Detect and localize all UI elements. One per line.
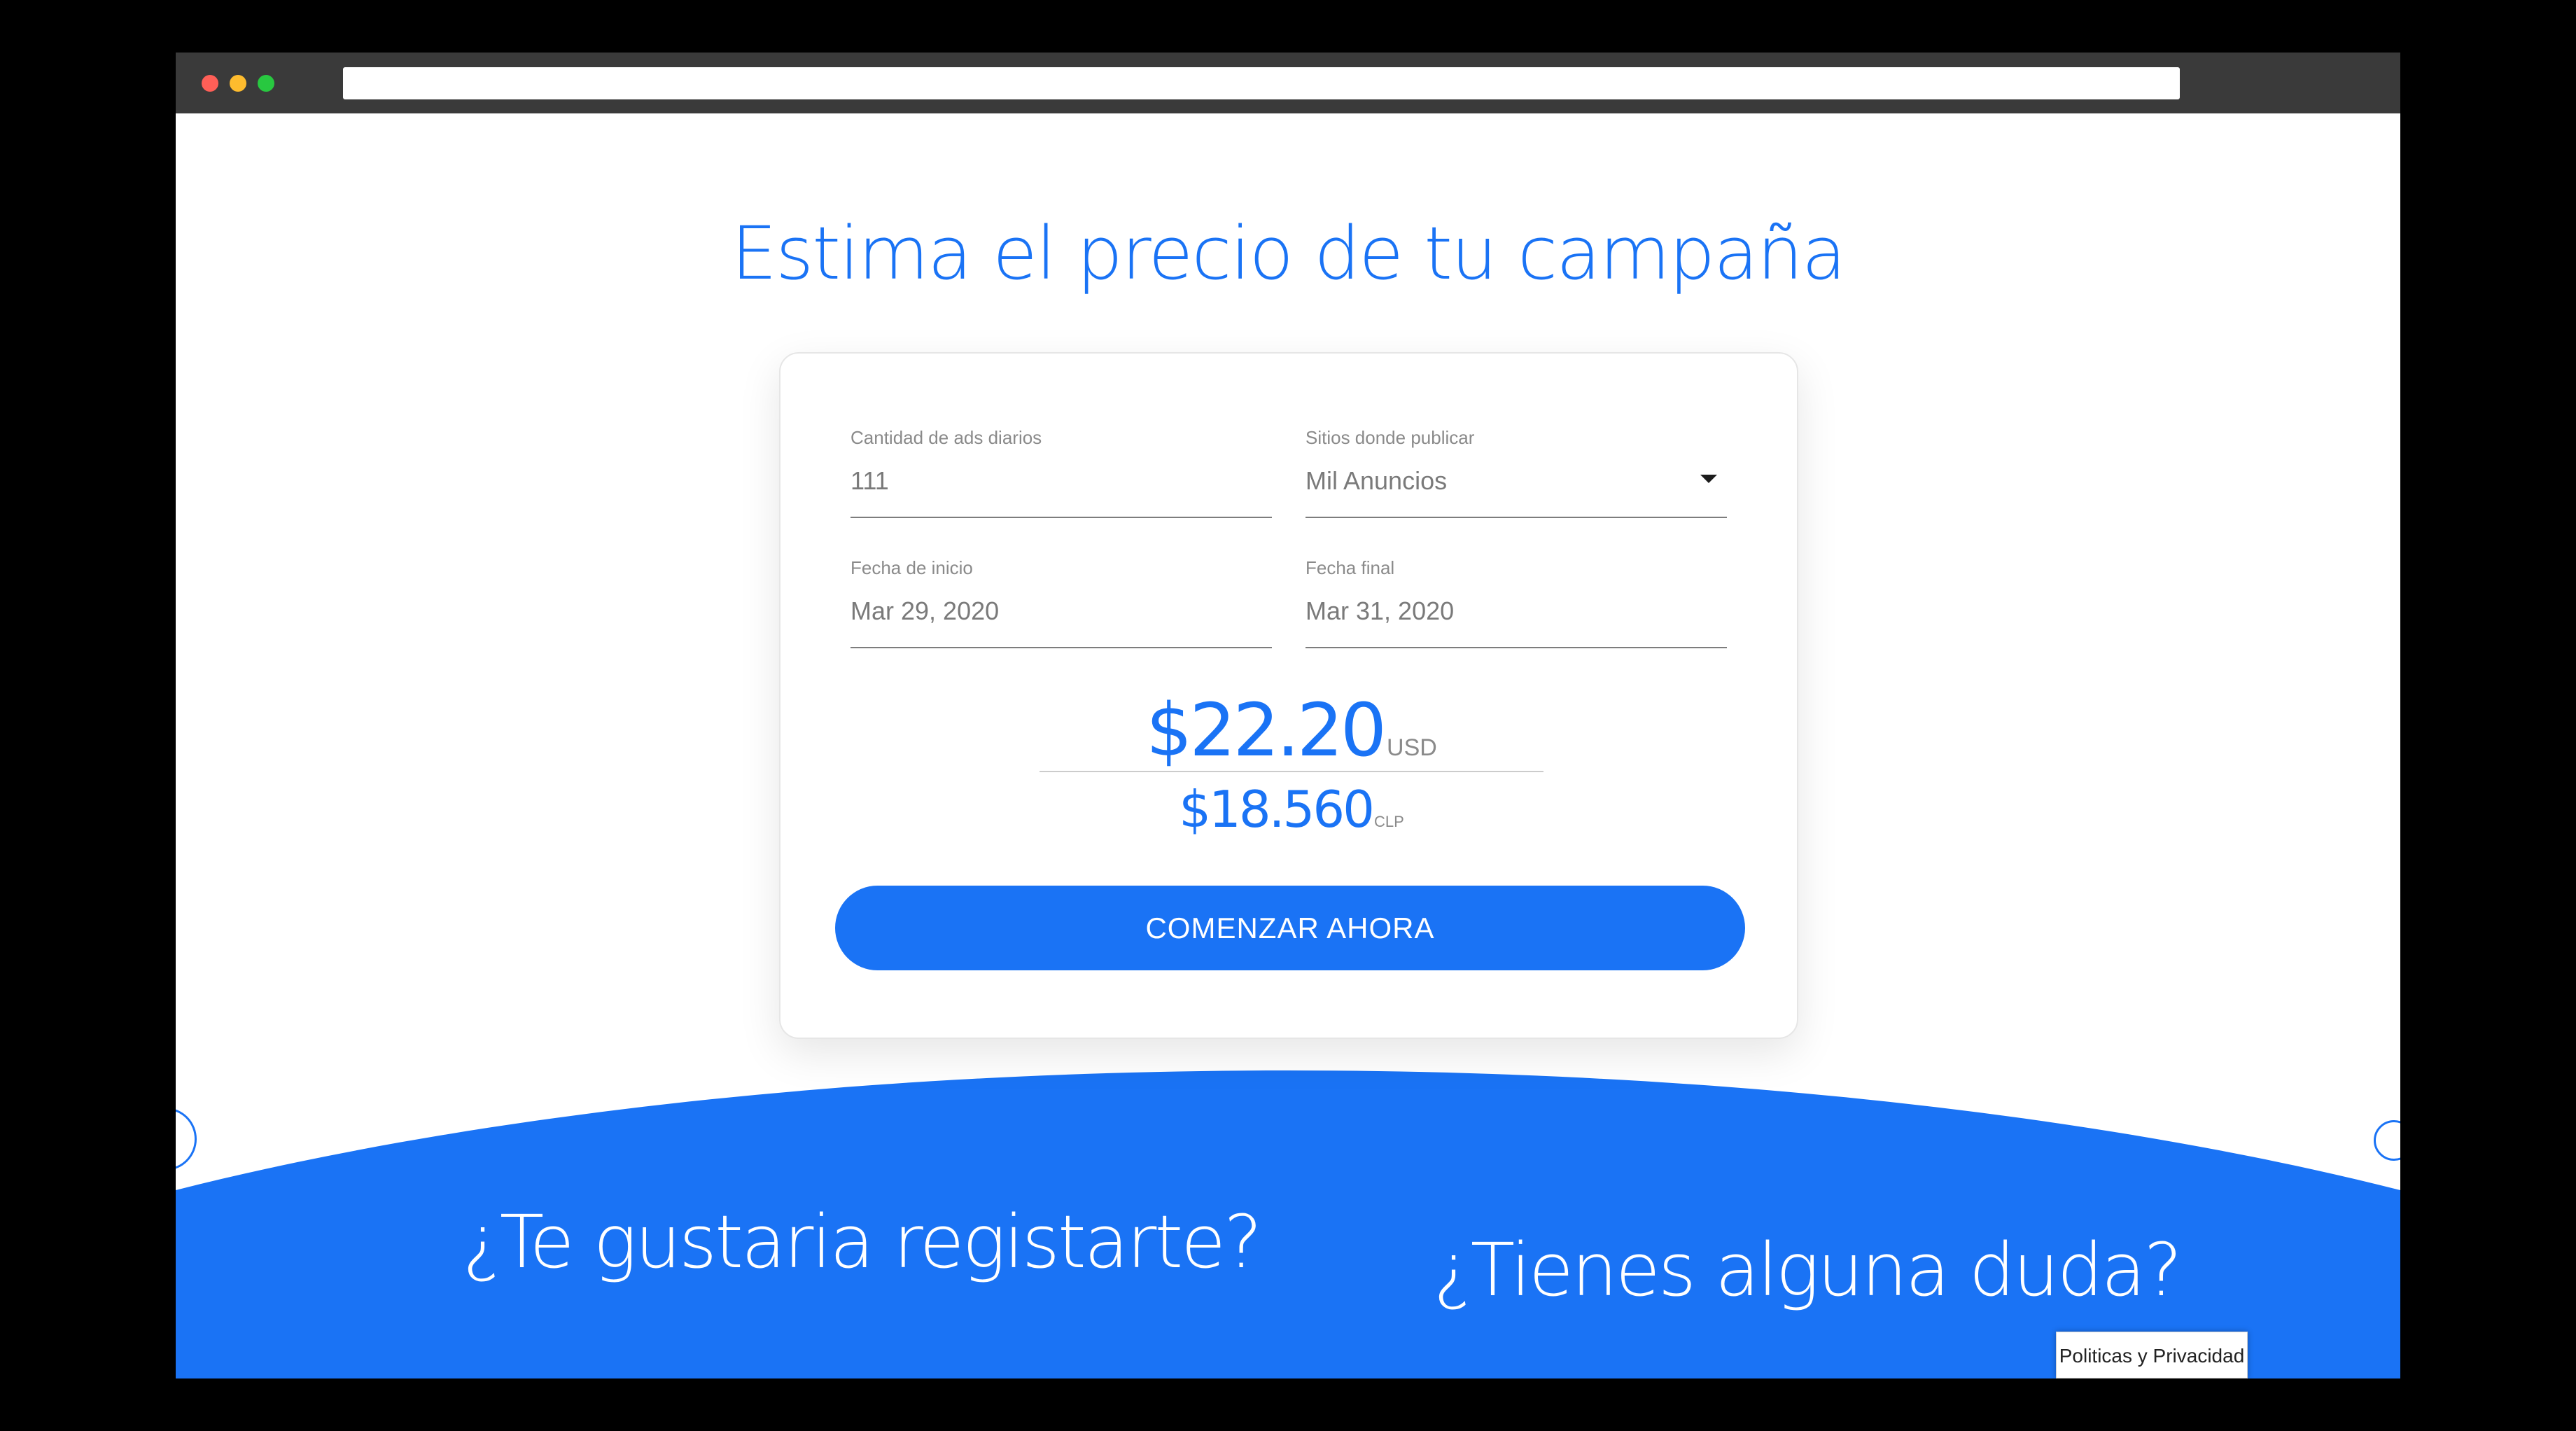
estimator-card: Cantidad de ads diarios 111 Sitios donde… [779, 352, 1798, 1039]
close-window-button[interactable] [202, 75, 218, 92]
end-date-input[interactable]: Mar 31, 2020 [1306, 596, 1454, 626]
minimize-window-button[interactable] [230, 75, 246, 92]
start-date-input[interactable]: Mar 29, 2020 [850, 596, 999, 626]
daily-ads-field[interactable]: Cantidad de ads diarios 111 [850, 427, 1272, 518]
start-date-field[interactable]: Fecha de inicio Mar 29, 2020 [850, 557, 1272, 648]
clp-currency-label: CLP [1373, 813, 1404, 830]
sites-label: Sitios donde publicar [1306, 427, 1475, 448]
sites-selected-value[interactable]: Mil Anuncios [1306, 466, 1447, 496]
page-viewport: Estima el precio de tu campaña Cantidad … [176, 113, 2400, 1378]
address-bar[interactable] [343, 67, 2180, 99]
register-heading: ¿Te gustaria registarte? [463, 1199, 1262, 1285]
usd-currency-label: USD [1387, 734, 1437, 761]
questions-heading: ¿Tienes alguna duda? [1434, 1227, 2183, 1313]
privacy-policy-link[interactable]: Politicas y Privacidad [2056, 1332, 2248, 1378]
daily-ads-label: Cantidad de ads diarios [850, 427, 1042, 448]
usd-amount: $22.20 [1146, 687, 1387, 773]
end-date-label: Fecha final [1306, 557, 1395, 578]
start-now-button[interactable]: COMENZAR AHORA [835, 886, 1745, 970]
clp-amount: $18.560 [1179, 780, 1375, 839]
caret-down-icon[interactable] [1700, 475, 1717, 483]
page-title: Estima el precio de tu campaña [731, 211, 1846, 296]
browser-window: Estima el precio de tu campaña Cantidad … [176, 53, 2400, 1378]
clp-price: $18.560CLP [1040, 778, 1544, 841]
end-date-field[interactable]: Fecha final Mar 31, 2020 [1306, 557, 1727, 648]
daily-ads-input[interactable]: 111 [850, 466, 889, 496]
browser-titlebar [176, 53, 2400, 113]
maximize-window-button[interactable] [258, 75, 274, 92]
start-date-label: Fecha de inicio [850, 557, 973, 578]
usd-price: $22.20 USD [1040, 688, 1544, 772]
sites-select[interactable]: Sitios donde publicar Mil Anuncios [1306, 427, 1727, 518]
